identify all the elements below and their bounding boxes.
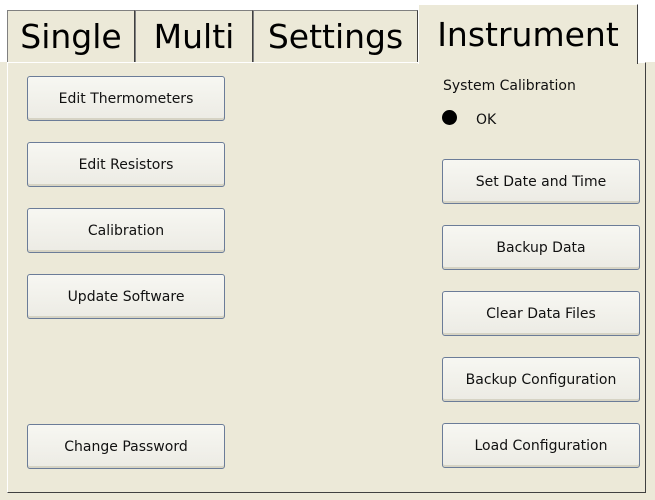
clear-data-files-button[interactable]: Clear Data Files (442, 291, 640, 336)
tab-single[interactable]: Single (7, 10, 135, 62)
tab-settings-label: Settings (267, 17, 404, 56)
calibration-status-indicator-icon (442, 110, 457, 125)
tab-settings[interactable]: Settings (253, 10, 418, 62)
edit-resistors-button[interactable]: Edit Resistors (27, 142, 225, 187)
change-password-button[interactable]: Change Password (27, 424, 225, 469)
tab-single-label: Single (20, 17, 122, 56)
system-calibration-title: System Calibration (443, 78, 576, 94)
tab-strip: Single Multi Settings Instrument (0, 0, 655, 64)
tab-multi[interactable]: Multi (135, 10, 253, 62)
instrument-window: Single Multi Settings Instrument Edit Th… (0, 0, 655, 500)
backup-configuration-button[interactable]: Backup Configuration (442, 357, 640, 402)
calibration-button[interactable]: Calibration (27, 208, 225, 253)
edit-thermometers-button[interactable]: Edit Thermometers (27, 76, 225, 121)
tab-instrument-label: Instrument (437, 15, 619, 54)
set-date-time-button[interactable]: Set Date and Time (442, 159, 640, 204)
calibration-status-value: OK (476, 112, 497, 128)
tab-instrument[interactable]: Instrument (418, 4, 638, 64)
load-configuration-button[interactable]: Load Configuration (442, 423, 640, 468)
update-software-button[interactable]: Update Software (27, 274, 225, 319)
tab-multi-label: Multi (153, 17, 235, 56)
backup-data-button[interactable]: Backup Data (442, 225, 640, 270)
